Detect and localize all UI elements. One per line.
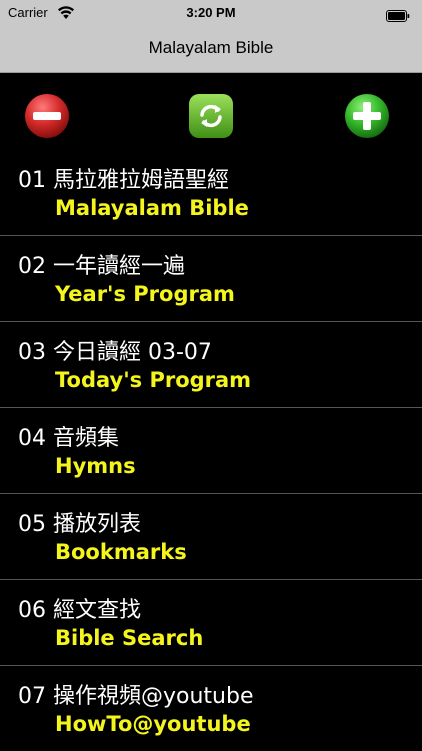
status-bar: Carrier 3:20 PM	[0, 0, 422, 26]
battery-icon	[386, 7, 410, 22]
plus-circle-icon	[345, 94, 389, 138]
menu-item-bookmarks[interactable]: 05 播放列表 Bookmarks	[0, 494, 422, 580]
navigation-bar: Malayalam Bible	[0, 26, 422, 73]
menu-item-bible-search[interactable]: 06 經文查找 Bible Search	[0, 580, 422, 666]
menu-item-subtitle: Bible Search	[55, 626, 204, 650]
refresh-button[interactable]	[188, 93, 234, 139]
menu-item-title: 06 經文查找	[18, 598, 141, 623]
remove-button[interactable]	[24, 93, 70, 139]
menu-item-howto-youtube[interactable]: 07 操作視頻@youtube HowTo@youtube	[0, 666, 422, 751]
add-button[interactable]	[344, 93, 390, 139]
menu-item-title: 01 馬拉雅拉姆語聖經	[18, 168, 229, 193]
menu-item-title: 02 一年讀經一遍	[18, 254, 185, 279]
menu-item-todays-program[interactable]: 03 今日讀經 03-07 Today's Program	[0, 322, 422, 408]
menu-item-title: 07 操作視頻@youtube	[18, 684, 254, 709]
menu-item-hymns[interactable]: 04 音頻集 Hymns	[0, 408, 422, 494]
page-title: Malayalam Bible	[148, 38, 274, 57]
menu-item-subtitle: Today's Program	[55, 368, 252, 392]
menu-item-subtitle: Year's Program	[55, 282, 235, 306]
menu-item-subtitle: Hymns	[55, 454, 136, 478]
menu-list: 01 馬拉雅拉姆語聖經 Malayalam Bible 02 一年讀經一遍 Ye…	[0, 150, 422, 751]
toolbar	[0, 73, 422, 150]
menu-item-title: 04 音頻集	[18, 426, 119, 451]
menu-item-title: 03 今日讀經 03-07	[18, 340, 212, 365]
menu-item-title: 05 播放列表	[18, 512, 141, 537]
status-time: 3:20 PM	[186, 5, 236, 20]
minus-circle-icon	[25, 94, 69, 138]
refresh-icon	[189, 94, 233, 138]
menu-item-subtitle: HowTo@youtube	[55, 712, 251, 736]
menu-item-subtitle: Malayalam Bible	[55, 196, 249, 220]
menu-item-years-program[interactable]: 02 一年讀經一遍 Year's Program	[0, 236, 422, 322]
menu-item-subtitle: Bookmarks	[55, 540, 187, 564]
menu-item-malayalam-bible[interactable]: 01 馬拉雅拉姆語聖經 Malayalam Bible	[0, 150, 422, 236]
